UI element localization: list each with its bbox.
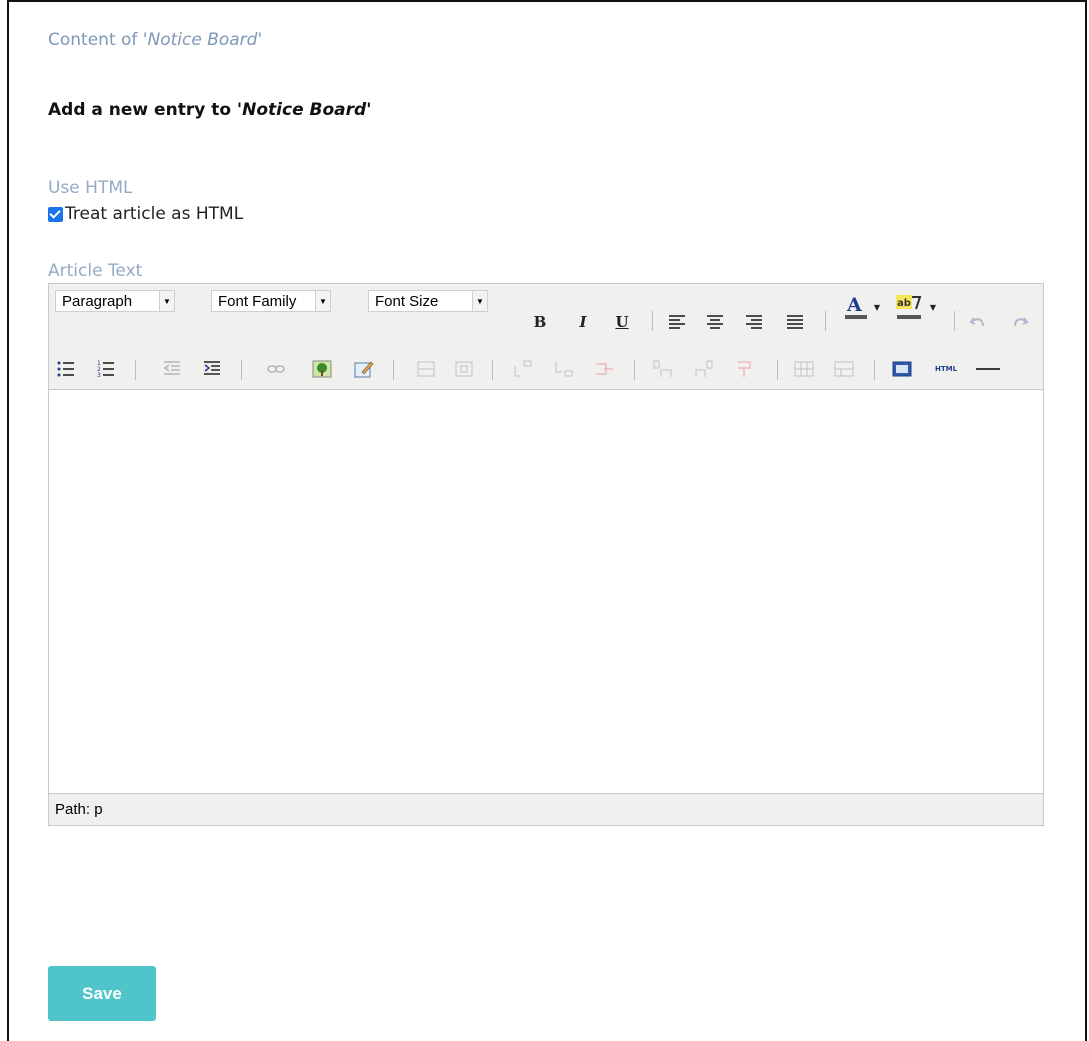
bold-button[interactable]: B [529,311,551,333]
svg-text:ab: ab [897,298,911,309]
editor-status-bar: Path: p [49,794,1043,825]
editor-toolbar-row-1: Paragraph ▼ Font Family ▼ Font Size ▼ B … [49,284,1043,354]
italic-button[interactable]: I [572,311,594,333]
breadcrumb: Content of 'Notice Board' [48,30,262,50]
font-size-select[interactable]: Font Size ▼ [368,290,488,312]
toolbar-separator [954,311,955,331]
numbered-list-icon[interactable]: 123 [95,358,117,380]
redo-icon[interactable] [1009,311,1031,333]
svg-text:A: A [846,294,862,316]
split-cells-icon[interactable] [793,358,815,380]
html-source-button[interactable]: HTML [929,358,963,380]
font-family-select[interactable]: Font Family ▼ [211,290,331,312]
toolbar-separator [135,360,136,380]
link-icon[interactable] [265,358,287,380]
svg-text:3: 3 [97,372,101,378]
outdent-icon[interactable] [161,358,183,380]
row-props-icon[interactable] [453,358,475,380]
insert-row-after-icon[interactable] [553,358,575,380]
text-color-dropdown-icon[interactable]: ▼ [872,296,882,318]
title-suffix: ' [366,100,372,120]
article-text-label: Article Text [48,261,143,281]
edit-table-icon[interactable] [353,358,375,380]
align-justify-icon[interactable] [784,311,806,333]
horizontal-rule-icon[interactable] [973,358,1003,380]
breadcrumb-suffix: ' [257,30,263,50]
text-color-icon[interactable]: A [842,292,870,322]
font-size-select-value: Font Size [375,292,439,310]
toolbar-separator [825,311,826,331]
toolbar-separator [652,311,653,331]
toolbar-separator [492,360,493,380]
format-select[interactable]: Paragraph ▼ [55,290,175,312]
insert-col-before-icon[interactable] [652,358,674,380]
fullscreen-icon[interactable] [891,358,913,380]
title-prefix: Add a new entry to ' [48,100,243,120]
insert-row-before-icon[interactable] [512,358,534,380]
toolbar-separator [393,360,394,380]
breadcrumb-board-name: Notice Board [147,30,258,50]
chevron-down-icon: ▼ [315,291,330,311]
indent-icon[interactable] [201,358,223,380]
align-left-icon[interactable] [666,311,688,333]
toolbar-separator [634,360,635,380]
editor-content-area[interactable] [49,389,1043,794]
undo-icon[interactable] [967,311,989,333]
treat-as-html-label[interactable]: Treat article as HTML [65,204,243,224]
breadcrumb-prefix: Content of ' [48,30,148,50]
font-family-select-value: Font Family [218,292,297,310]
image-icon[interactable] [311,358,333,380]
delete-col-icon[interactable] [733,358,755,380]
chevron-down-icon: ▼ [472,291,487,311]
treat-as-html-row[interactable]: Treat article as HTML [48,204,243,224]
chevron-down-icon: ▼ [159,291,174,311]
use-html-label: Use HTML [48,178,133,198]
underline-button[interactable]: U [611,311,633,333]
merge-cells-icon[interactable] [833,358,855,380]
editor-path: Path: p [55,801,103,818]
align-center-icon[interactable] [704,311,726,333]
toolbar-separator [874,360,875,380]
editor-toolbar-row-2: 123 HTML [49,354,1043,387]
highlight-color-icon[interactable]: ab [894,292,926,322]
toolbar-separator [777,360,778,380]
title-board-name: Notice Board [242,100,367,120]
save-button[interactable]: Save [48,966,156,1021]
toolbar-separator [241,360,242,380]
rich-text-editor: Paragraph ▼ Font Family ▼ Font Size ▼ B … [48,283,1044,826]
delete-row-icon[interactable] [593,358,615,380]
format-select-value: Paragraph [62,292,133,310]
bullet-list-icon[interactable] [55,358,77,380]
align-right-icon[interactable] [743,311,765,333]
highlight-color-dropdown-icon[interactable]: ▼ [928,296,938,318]
insert-col-after-icon[interactable] [693,358,715,380]
cell-props-icon[interactable] [415,358,437,380]
treat-as-html-checkbox[interactable] [48,206,63,222]
page-title: Add a new entry to 'Notice Board' [48,100,371,120]
